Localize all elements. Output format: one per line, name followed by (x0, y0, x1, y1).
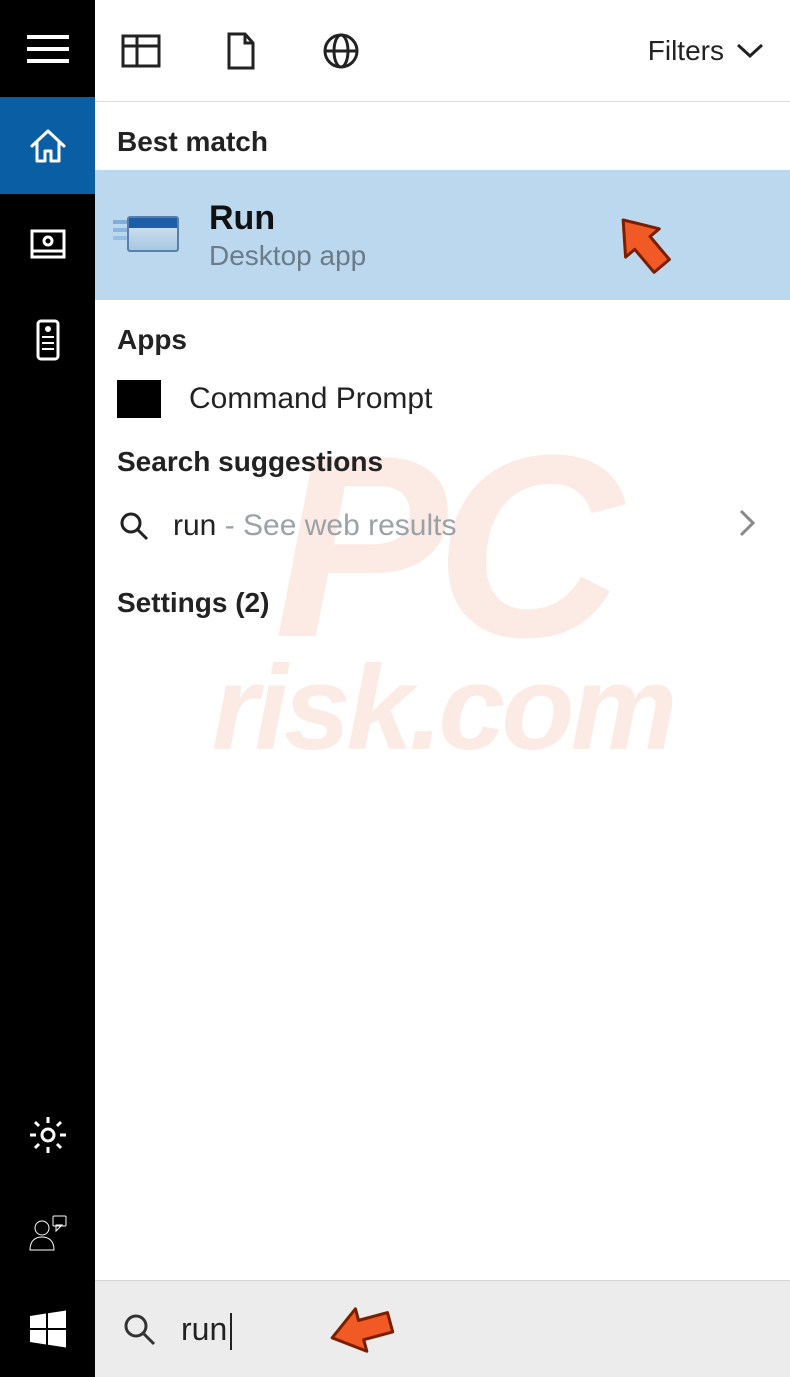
filters-button[interactable]: Filters (648, 35, 764, 67)
remote-icon (36, 319, 60, 361)
scope-apps-button[interactable] (121, 31, 161, 71)
globe-icon (322, 32, 360, 70)
sidebar-item-home[interactable] (0, 97, 95, 194)
best-match-heading: Best match (95, 102, 790, 170)
filters-label: Filters (648, 35, 724, 67)
annotation-arrow-icon (605, 206, 685, 286)
run-app-icon (117, 210, 179, 260)
chevron-down-icon (736, 43, 764, 59)
sidebar-item-settings[interactable] (0, 1086, 95, 1183)
sidebar-item-top-apps[interactable] (0, 194, 95, 291)
search-input-value: run (181, 1311, 230, 1348)
camera-icon (29, 224, 67, 262)
sidebar-item-feedback[interactable] (0, 1183, 95, 1280)
app-window-icon (121, 34, 161, 68)
home-icon (28, 126, 68, 166)
search-icon (121, 1311, 157, 1347)
sidebar (0, 0, 95, 1377)
document-icon (226, 32, 256, 70)
person-feedback-icon (28, 1212, 68, 1252)
scope-documents-button[interactable] (221, 31, 261, 71)
search-scope-toolbar: Filters (95, 0, 790, 102)
command-prompt-icon (117, 380, 161, 418)
best-match-result-run[interactable]: Run Desktop app (95, 170, 790, 300)
windows-icon (28, 1309, 68, 1349)
settings-results-row[interactable]: Settings (2) (95, 561, 790, 619)
apps-heading: Apps (95, 300, 790, 360)
settings-results-label: Settings (2) (117, 587, 269, 618)
app-result-command-prompt[interactable]: Command Prompt (95, 360, 790, 438)
search-results: Best match Run Desktop app Apps (95, 102, 790, 1280)
best-match-subtitle: Desktop app (209, 240, 366, 272)
gear-icon (28, 1115, 68, 1155)
suggestion-text: run - See web results (173, 509, 456, 543)
hamburger-icon (27, 34, 69, 64)
taskbar-search-box[interactable]: run (95, 1280, 790, 1377)
search-icon (117, 509, 151, 543)
scope-web-button[interactable] (321, 31, 361, 71)
hamburger-menu-button[interactable] (0, 0, 95, 97)
best-match-title: Run (209, 199, 366, 238)
sidebar-item-remote[interactable] (0, 291, 95, 388)
start-button[interactable] (0, 1280, 95, 1377)
suggestions-heading: Search suggestions (95, 438, 790, 490)
app-result-label: Command Prompt (189, 382, 432, 416)
annotation-arrow-icon (325, 1289, 405, 1369)
chevron-right-icon (738, 508, 756, 543)
search-suggestion-run[interactable]: run - See web results (95, 490, 790, 561)
